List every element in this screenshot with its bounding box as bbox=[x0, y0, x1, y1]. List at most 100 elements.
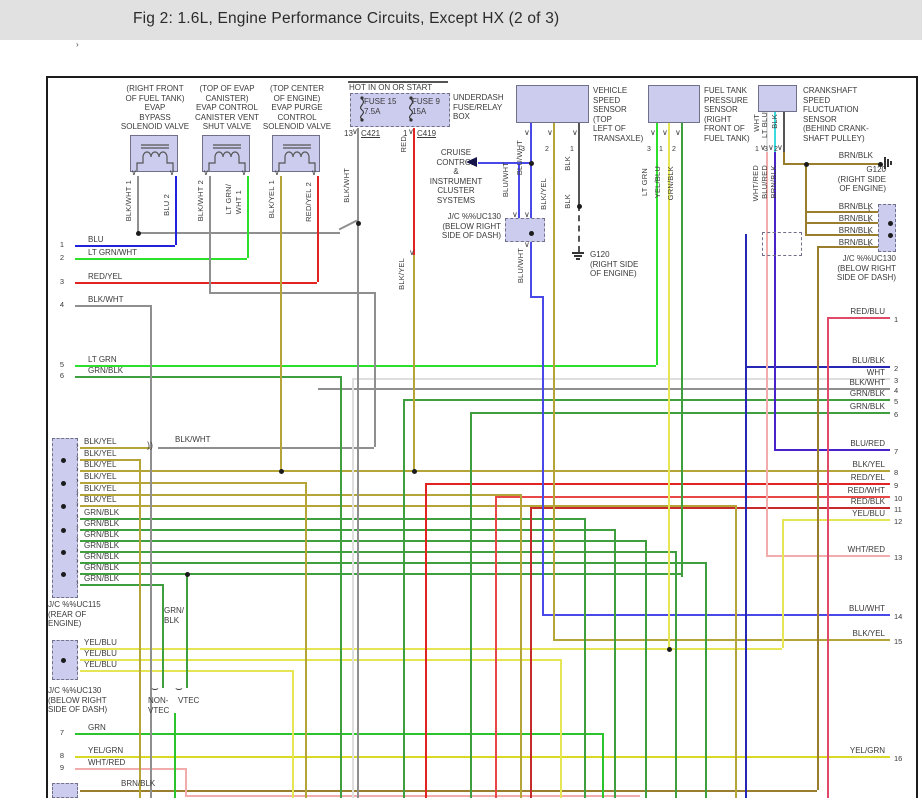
figure-title-bar: Fig 2: 1.6L, Engine Performance Circuits… bbox=[0, 0, 922, 40]
wire-color-label: BLU 2 bbox=[162, 194, 171, 216]
wire bbox=[280, 176, 282, 470]
wire bbox=[668, 123, 670, 648]
connector-entry-icon: ‹ bbox=[868, 228, 871, 237]
wire-color-label: LT GRN bbox=[640, 168, 649, 196]
right-row-wire-label: RED/WHT bbox=[815, 486, 885, 495]
jc-uc130-lower-label-line: (BELOW RIGHT bbox=[48, 696, 126, 706]
vtec-bracket-icon: ⌣ bbox=[175, 681, 183, 696]
junction-dot bbox=[61, 458, 66, 463]
vtec-label-line: VTEC bbox=[178, 696, 206, 706]
wire bbox=[75, 245, 175, 247]
junction-dot bbox=[356, 221, 361, 226]
wire-color-label: LT GRN/ bbox=[224, 184, 233, 214]
wire bbox=[766, 152, 768, 555]
junction-dot bbox=[61, 528, 66, 533]
wire bbox=[553, 639, 890, 641]
left-row-wire-label: YEL/GRN bbox=[88, 746, 123, 755]
wire bbox=[553, 123, 555, 639]
jc-uc130-mid-label: J/C %%UC130(BELOW RIGHTSIDE OF DASH) bbox=[421, 212, 501, 241]
fuel-tank-sensor-label-line: PRESSURE bbox=[704, 96, 766, 106]
crank-sensor-label-line: SHAFT PULLEY) bbox=[803, 134, 881, 144]
jc-uc130-lower-label-line: SIDE OF DASH) bbox=[48, 705, 126, 715]
pin-connector-icon: ∨ bbox=[203, 168, 209, 177]
wire bbox=[174, 713, 176, 798]
wire-color-label: GRN/BLK bbox=[666, 166, 675, 200]
wire bbox=[137, 232, 340, 234]
jc-brnblk-bottom bbox=[52, 783, 78, 798]
wire bbox=[530, 296, 542, 298]
evap-purge-valve-label-line: EVAP PURGE bbox=[251, 103, 343, 113]
junction-dot bbox=[136, 231, 141, 236]
junction-dot bbox=[61, 550, 66, 555]
right-row-wire-label: BLK/YEL bbox=[815, 629, 885, 638]
wire-color-label: BLK/YEL bbox=[539, 178, 548, 210]
wire bbox=[80, 470, 890, 472]
wire bbox=[782, 519, 784, 648]
non-vtec-label-line: NON- bbox=[148, 696, 176, 706]
right-row-wire-label: BLU/RED bbox=[815, 439, 885, 448]
blkwht-splice-label-line: BLK/WHT bbox=[175, 435, 225, 445]
evap-purge-valve bbox=[272, 135, 320, 172]
uc115-row-label: BLK/YEL bbox=[84, 460, 116, 469]
crank-sensor-label-line: FLUCTUATION bbox=[803, 105, 881, 115]
right-row-wire-label: GRN/BLK bbox=[815, 402, 885, 411]
connector-entry-icon: ‹ bbox=[868, 216, 871, 225]
wire bbox=[413, 255, 415, 470]
pin-connector-icon: ∨ bbox=[524, 240, 530, 249]
wire bbox=[530, 507, 532, 798]
uc130-lower-row-label: YEL/BLU bbox=[84, 649, 117, 658]
wire bbox=[80, 494, 520, 496]
pin-number: 1 bbox=[755, 146, 759, 153]
right-row-wire-label: WHT bbox=[815, 368, 885, 377]
wire bbox=[403, 399, 405, 798]
pin-number: 3 bbox=[521, 146, 525, 153]
evap-vent-valve bbox=[202, 135, 250, 172]
g120-mid-label-line: (RIGHT SIDE bbox=[590, 260, 660, 270]
wire bbox=[318, 388, 890, 390]
wire bbox=[782, 519, 890, 521]
pin-connector-icon: ∨ bbox=[547, 128, 553, 137]
evap-purge-valve-label-line: OF ENGINE) bbox=[251, 94, 343, 104]
wire bbox=[80, 529, 614, 531]
wire bbox=[374, 292, 376, 447]
uc115-row-label: GRN/BLK bbox=[84, 563, 119, 572]
junction-dot bbox=[61, 481, 66, 486]
connector-entry-icon: › bbox=[76, 664, 79, 673]
jc-uc130-lower-label: J/C %%UC130(BELOW RIGHTSIDE OF DASH) bbox=[48, 686, 126, 715]
left-row-wire-label: GRN/BLK bbox=[88, 366, 123, 375]
fuse15-label: FUSE 157.5A bbox=[364, 97, 404, 116]
left-row-number: 5 bbox=[50, 360, 64, 369]
left-row-wire-label: RED/YEL bbox=[88, 272, 122, 281]
junction-dot bbox=[888, 233, 893, 238]
evap-purge-valve-label: (TOP CENTEROF ENGINE)EVAP PURGECONTROLSO… bbox=[251, 84, 343, 132]
brnblk-wire-label: BRN/BLK bbox=[829, 238, 873, 247]
wire bbox=[656, 123, 658, 365]
pin-connector-icon: ∨ bbox=[131, 168, 137, 177]
fuse9-connector: C419 bbox=[417, 129, 436, 138]
diagram-border-top bbox=[46, 76, 918, 78]
wire bbox=[209, 176, 211, 292]
g120-right-ground-icon bbox=[887, 159, 889, 167]
right-row-wire-label: RED/BLU bbox=[815, 307, 885, 316]
right-row-number: 6 bbox=[894, 410, 898, 419]
connector-entry-icon: › bbox=[76, 523, 79, 532]
underdash-box-label-line: BOX bbox=[453, 112, 523, 122]
underdash-box-label-line: FUSE/RELAY bbox=[453, 103, 523, 113]
uc115-row-label: GRN/BLK bbox=[84, 530, 119, 539]
jc-uc130-mid-label-line: (BELOW RIGHT bbox=[421, 222, 501, 232]
wire-color-label: LT BLU bbox=[760, 112, 769, 138]
junction-dot bbox=[185, 572, 190, 577]
g120-mid-ground-icon bbox=[572, 252, 584, 254]
fuse15-label-line: FUSE 15 bbox=[364, 97, 404, 107]
wire bbox=[357, 128, 359, 798]
vss-label-line: SENSOR bbox=[593, 105, 655, 115]
wire-color-label: BLK/WHT bbox=[342, 168, 351, 203]
vss-label-line: (TOP bbox=[593, 115, 655, 125]
diagram-border-right bbox=[916, 76, 918, 798]
right-row-number: 2 bbox=[894, 364, 898, 373]
wire bbox=[80, 540, 645, 542]
connector-entry-icon: › bbox=[76, 476, 79, 485]
jc-uc130-mid-label-line: SIDE OF DASH) bbox=[421, 231, 501, 241]
evap-purge-valve-label-line: CONTROL bbox=[251, 113, 343, 123]
wire bbox=[774, 449, 890, 451]
